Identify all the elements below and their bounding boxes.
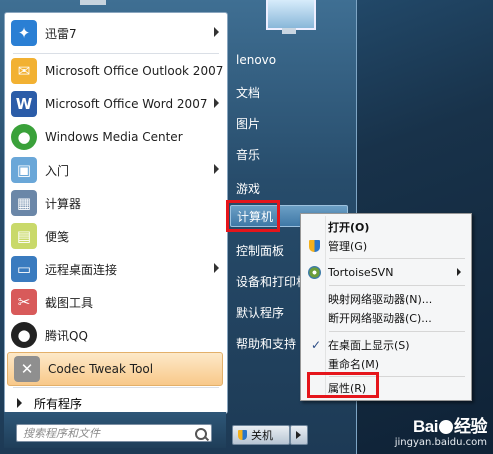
menu-item-label: TortoiseSVN — [328, 265, 394, 279]
word-icon: W — [11, 91, 37, 117]
snipping-tool-icon: ✂ — [11, 289, 37, 315]
program-label: 计算器 — [45, 196, 82, 211]
submenu-arrow-icon — [214, 98, 219, 108]
thunder-icon: ✦ — [11, 20, 37, 46]
menu-item-label: 在桌面上显示(S) — [328, 339, 410, 352]
calculator-icon: ▦ — [11, 190, 37, 216]
baidu-watermark: Bai 经验 jingyan.baidu.com — [394, 412, 488, 448]
program-item-xunlei[interactable]: ✦ 迅雷7 — [5, 17, 227, 49]
all-programs-label: 所有程序 — [34, 396, 83, 411]
program-label: Microsoft Office Word 2007 — [45, 97, 208, 111]
divider — [329, 285, 465, 286]
program-item-media-center[interactable]: ● Windows Media Center — [5, 121, 227, 153]
divider — [13, 53, 219, 54]
program-label: 入门 — [45, 163, 70, 178]
right-item-documents[interactable]: 文档 — [230, 81, 348, 103]
program-label: 远程桌面连接 — [45, 262, 118, 277]
watermark-url: jingyan.baidu.com — [394, 437, 487, 448]
highlight-box-computer — [226, 200, 280, 232]
program-label: 迅雷7 — [45, 26, 77, 41]
program-item-calculator[interactable]: ▦ 计算器 — [5, 187, 227, 219]
outlook-icon: ✉ — [11, 58, 37, 84]
watermark-brand: Bai 经验 — [395, 412, 487, 437]
menu-item-rename[interactable]: 重命名(M) — [303, 354, 467, 374]
getting-started-icon: ▣ — [11, 157, 37, 183]
program-item-outlook[interactable]: ✉ Microsoft Office Outlook 2007 — [5, 55, 227, 87]
submenu-arrow-icon — [214, 27, 219, 37]
menu-item-map-network-drive[interactable]: 映射网络驱动器(N)... — [303, 289, 467, 309]
menu-item-open[interactable]: 打开(O) — [303, 217, 467, 237]
program-item-getting-started[interactable]: ▣ 入门 — [5, 154, 227, 186]
shutdown-options-button[interactable] — [290, 425, 308, 445]
program-label: 便笺 — [45, 229, 70, 244]
divider — [329, 258, 465, 259]
remote-desktop-icon: ▭ — [11, 256, 37, 282]
watermark-brand-right: 经验 — [454, 417, 488, 436]
program-list-pane: ✦ 迅雷7 ✉ Microsoft Office Outlook 2007 W … — [4, 12, 228, 414]
qq-icon: ● — [11, 322, 37, 348]
menu-item-label: 管理(G) — [328, 240, 368, 253]
menu-item-show-on-desktop[interactable]: ✓ 在桌面上显示(S) — [303, 335, 467, 355]
sticky-notes-icon: ▤ — [11, 223, 37, 249]
program-item-sticky-notes[interactable]: ▤ 便笺 — [5, 220, 227, 252]
divider — [329, 331, 465, 332]
shutdown-label: 关机 — [251, 429, 273, 442]
submenu-arrow-icon — [214, 164, 219, 174]
program-item-snipping-tool[interactable]: ✂ 截图工具 — [5, 286, 227, 318]
shutdown-button[interactable]: 关机 — [232, 425, 290, 445]
program-label: 截图工具 — [45, 295, 94, 310]
search-input[interactable]: 搜索程序和文件 — [16, 424, 212, 442]
program-label: Windows Media Center — [45, 130, 183, 144]
highlight-box-properties — [307, 372, 379, 398]
submenu-arrow-icon — [457, 268, 461, 276]
checkmark-icon: ✓ — [311, 338, 322, 352]
paw-icon — [439, 420, 453, 434]
program-label: Codec Tweak Tool — [48, 362, 154, 376]
watermark-brand-left: Bai — [413, 417, 438, 436]
right-item-user[interactable]: lenovo — [230, 49, 348, 71]
codec-tool-icon: ✕ — [14, 356, 40, 382]
submenu-arrow-icon — [214, 263, 219, 273]
tortoisesvn-icon — [308, 265, 321, 279]
program-item-word[interactable]: W Microsoft Office Word 2007 — [5, 88, 227, 120]
desktop-window-edge — [80, 0, 106, 5]
search-bar: 搜索程序和文件 — [4, 412, 226, 448]
program-item-codec-tweak-tool[interactable]: ✕ Codec Tweak Tool — [7, 352, 223, 386]
right-item-music[interactable]: 音乐 — [230, 143, 348, 165]
search-icon[interactable] — [195, 428, 207, 440]
program-label: 腾讯QQ — [45, 328, 88, 343]
expand-arrow-icon — [17, 398, 22, 408]
search-placeholder: 搜索程序和文件 — [23, 427, 100, 440]
program-label: Microsoft Office Outlook 2007 — [45, 64, 224, 78]
right-item-pictures[interactable]: 图片 — [230, 112, 348, 134]
menu-item-manage[interactable]: 管理(G) — [303, 236, 467, 256]
program-item-qq[interactable]: ● 腾讯QQ — [5, 319, 227, 351]
menu-item-disconnect-network-drive[interactable]: 断开网络驱动器(C)... — [303, 308, 467, 328]
media-center-icon: ● — [11, 124, 37, 150]
program-item-remote-desktop[interactable]: ▭ 远程桌面连接 — [5, 253, 227, 285]
menu-item-tortoisesvn[interactable]: TortoiseSVN — [303, 262, 467, 282]
uac-shield-icon — [309, 240, 320, 252]
divider — [13, 387, 219, 388]
shield-icon — [238, 430, 247, 440]
computer-picture-icon — [260, 0, 318, 38]
right-item-games[interactable]: 游戏 — [230, 177, 348, 199]
